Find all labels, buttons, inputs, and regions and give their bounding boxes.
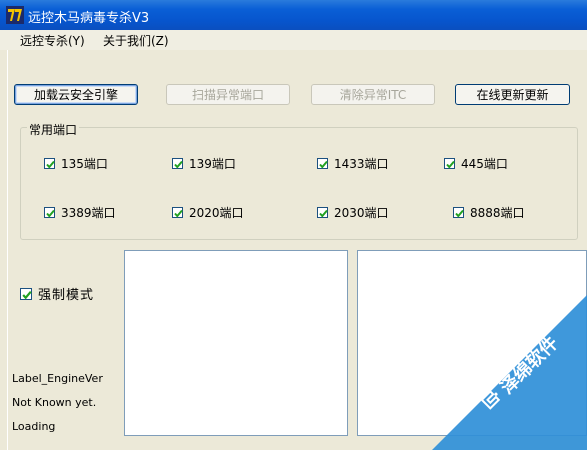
load-engine-button[interactable]: 加载云安全引擎 [14, 84, 138, 105]
checkmark-icon [172, 158, 183, 169]
port-label: 135端口 [61, 157, 108, 171]
online-update-button[interactable]: 在线更新更新 [455, 84, 570, 105]
port-135-checkbox[interactable]: 135端口 [44, 155, 108, 172]
port-139-checkbox[interactable]: 139端口 [172, 155, 236, 172]
force-mode-label: 强制模式 [38, 288, 95, 303]
app-logo-icon [6, 6, 24, 24]
menu-remote-kill[interactable]: 远控专杀(Y) [20, 32, 85, 49]
menu-about[interactable]: 关于我们(Z) [103, 32, 169, 49]
port-445-checkbox[interactable]: 445端口 [444, 155, 508, 172]
status-label: Not Known yet. [12, 396, 97, 409]
port-label: 3389端口 [61, 206, 116, 220]
port-2020-checkbox[interactable]: 2020端口 [172, 204, 244, 221]
port-label: 139端口 [189, 157, 236, 171]
checkmark-icon [20, 287, 32, 300]
right-listbox[interactable] [357, 250, 587, 436]
port-label: 2030端口 [334, 206, 389, 220]
common-ports-legend: 常用端口 [27, 121, 80, 138]
force-mode-checkbox[interactable]: 强制模式 [20, 284, 94, 303]
port-2030-checkbox[interactable]: 2030端口 [317, 204, 389, 221]
checkmark-icon [44, 207, 55, 218]
port-label: 8888端口 [470, 206, 525, 220]
left-listbox[interactable] [124, 250, 348, 436]
checkmark-icon [44, 158, 55, 169]
loading-label: Loading [12, 420, 56, 433]
engine-version-label: Label_EngineVer [12, 372, 103, 385]
checkmark-icon [172, 207, 183, 218]
title-bar[interactable]: 远控木马病毒专杀V3 [0, 0, 587, 30]
checkmark-icon [317, 207, 328, 218]
clear-itc-button[interactable]: 清除异常ITC [311, 84, 435, 105]
port-1433-checkbox[interactable]: 1433端口 [317, 155, 389, 172]
checkmark-icon [453, 207, 464, 218]
window-title: 远控木马病毒专杀V3 [28, 11, 150, 26]
checkmark-icon [317, 158, 328, 169]
menu-bar: 远控专杀(Y) 关于我们(Z) [0, 30, 587, 50]
port-label: 445端口 [461, 157, 508, 171]
port-label: 2020端口 [189, 206, 244, 220]
common-ports-group [20, 127, 578, 240]
scan-ports-button[interactable]: 扫描异常端口 [166, 84, 290, 105]
checkmark-icon [444, 158, 455, 169]
port-label: 1433端口 [334, 157, 389, 171]
port-3389-checkbox[interactable]: 3389端口 [44, 204, 116, 221]
port-8888-checkbox[interactable]: 8888端口 [453, 204, 525, 221]
